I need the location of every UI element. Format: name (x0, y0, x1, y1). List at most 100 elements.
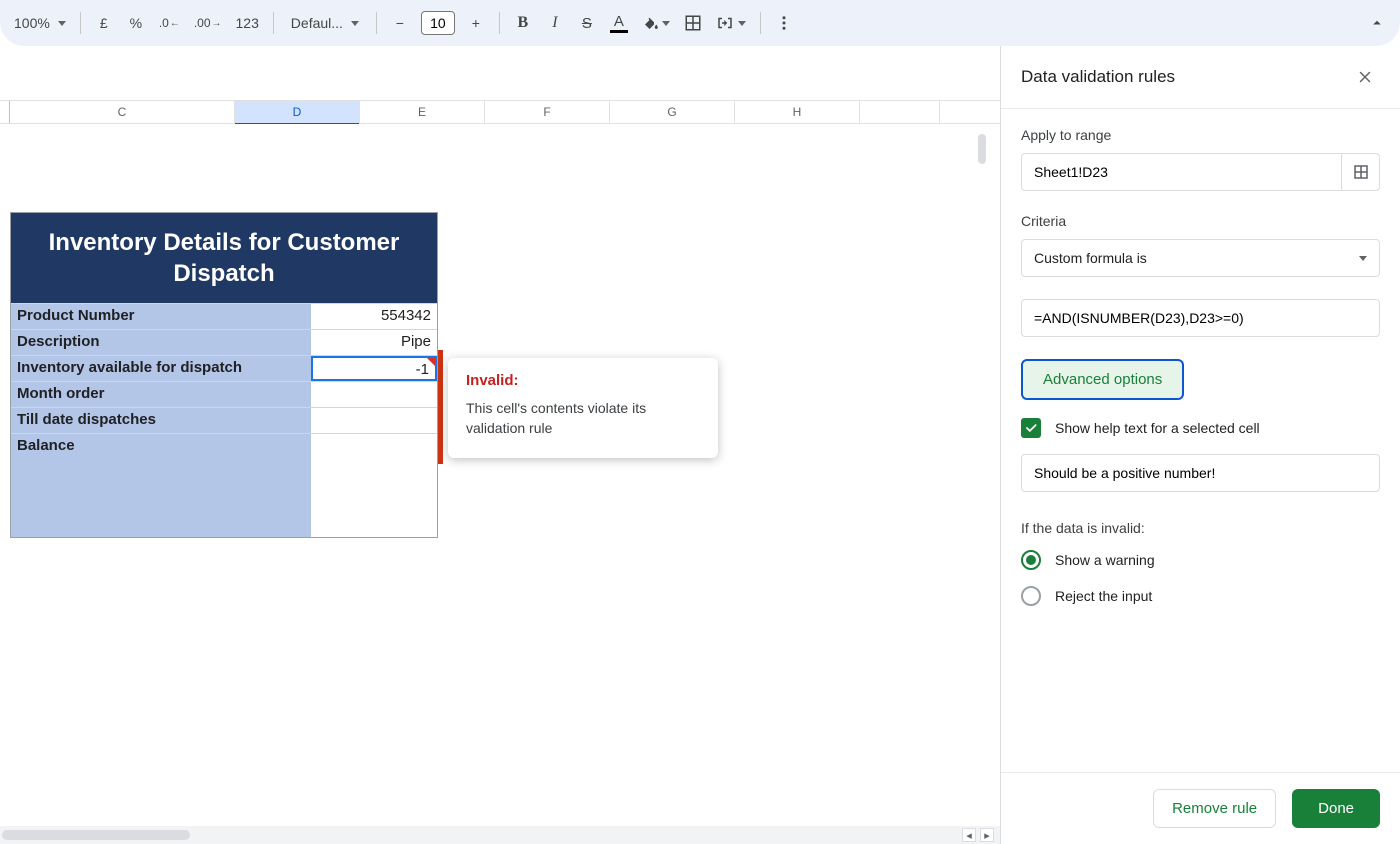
sheet-area[interactable]: C D E F G H Inventory Details for Custom… (0, 46, 1000, 844)
bold-button[interactable]: B (508, 8, 538, 38)
zoom-value: 100% (14, 15, 50, 31)
vertical-scroll-thumb[interactable] (978, 134, 986, 164)
cell-value[interactable] (311, 434, 437, 459)
column-header[interactable]: E (360, 101, 485, 123)
sheet-tab-nav: ◂ ▸ (962, 828, 1000, 842)
currency-button[interactable]: £ (89, 8, 119, 38)
radio-show-warning-row: Show a warning (1021, 550, 1380, 570)
criteria-dropdown[interactable]: Custom formula is (1021, 239, 1380, 277)
number-format-button[interactable]: 123 (230, 8, 265, 38)
table-row: Product Number 554342 (11, 303, 437, 329)
column-header-selected[interactable]: D (235, 101, 360, 123)
chevron-down-icon (351, 21, 359, 26)
increase-font-size-button[interactable]: + (461, 8, 491, 38)
borders-icon (684, 14, 702, 32)
remove-rule-button[interactable]: Remove rule (1153, 789, 1276, 828)
more-button[interactable] (769, 8, 799, 38)
help-text-checkbox-row: Show help text for a selected cell (1021, 418, 1380, 438)
table-row: Balance (11, 433, 437, 459)
decrease-font-size-button[interactable]: − (385, 8, 415, 38)
cell-label[interactable]: Inventory available for dispatch (11, 356, 311, 381)
radio-reject-input-label: Reject the input (1055, 588, 1152, 604)
column-header[interactable]: H (735, 101, 860, 123)
range-input-row (1021, 153, 1380, 191)
cell-label[interactable]: Till date dispatches (11, 408, 311, 433)
italic-button[interactable]: I (540, 8, 570, 38)
cell-label[interactable]: Description (11, 330, 311, 355)
increase-decimal-button[interactable]: .00→ (188, 8, 228, 38)
table-filler (11, 459, 437, 537)
paint-bucket-icon (642, 14, 660, 32)
toolbar: 100% £ % .0← .00→ 123 Defaul... − + B I … (0, 0, 1400, 46)
help-text-checkbox[interactable] (1021, 418, 1041, 438)
done-button[interactable]: Done (1292, 789, 1380, 828)
zoom-dropdown[interactable]: 100% (8, 8, 72, 38)
cell-label[interactable]: Product Number (11, 304, 311, 329)
table-row: Inventory available for dispatch -1 (11, 355, 437, 381)
text-color-button[interactable]: A (604, 8, 634, 38)
cell-value-selected-invalid[interactable]: -1 (311, 356, 437, 381)
separator (273, 12, 274, 34)
cell-value[interactable] (311, 382, 437, 407)
sheet-nav-prev[interactable]: ◂ (962, 828, 976, 842)
chevron-down-icon (1359, 256, 1367, 261)
inventory-table: Inventory Details for Customer Dispatch … (10, 212, 438, 538)
radio-reject-input[interactable] (1021, 586, 1041, 606)
column-header[interactable]: C (10, 101, 235, 123)
advanced-options-button[interactable]: Advanced options (1021, 359, 1184, 400)
apply-to-range-label: Apply to range (1021, 127, 1380, 143)
horizontal-scroll-thumb[interactable] (2, 830, 190, 840)
chevron-up-icon (1368, 14, 1386, 32)
range-input[interactable] (1022, 154, 1341, 190)
collapse-toolbar-button[interactable] (1362, 8, 1392, 38)
more-vertical-icon (775, 14, 793, 32)
invalid-marker-icon (427, 358, 435, 366)
horizontal-scrollbar[interactable]: ◂ ▸ (0, 826, 1000, 844)
close-panel-button[interactable] (1350, 62, 1380, 92)
merge-cells-button[interactable] (710, 8, 752, 38)
column-header[interactable]: G (610, 101, 735, 123)
font-size-input[interactable] (421, 11, 455, 35)
column-header[interactable]: F (485, 101, 610, 123)
table-row: Month order (11, 381, 437, 407)
check-icon (1024, 421, 1038, 435)
chevron-down-icon (58, 21, 66, 26)
decrease-decimal-button[interactable]: .0← (153, 8, 186, 38)
column-header[interactable] (860, 101, 940, 123)
table-row: Description Pipe (11, 329, 437, 355)
fill-color-button[interactable] (636, 8, 676, 38)
radio-show-warning[interactable] (1021, 550, 1041, 570)
chevron-down-icon (662, 21, 670, 26)
filler-value[interactable] (311, 459, 437, 537)
strikethrough-button[interactable]: S (572, 8, 602, 38)
cell-label[interactable]: Month order (11, 382, 311, 407)
criteria-value: Custom formula is (1034, 250, 1147, 266)
font-family-dropdown[interactable]: Defaul... (282, 8, 368, 38)
table-title: Inventory Details for Customer Dispatch (11, 213, 437, 303)
cell-value[interactable]: Pipe (311, 330, 437, 355)
panel-title: Data validation rules (1021, 67, 1175, 87)
close-icon (1356, 68, 1374, 86)
borders-button[interactable] (678, 8, 708, 38)
percent-button[interactable]: % (121, 8, 151, 38)
cell-value[interactable] (311, 408, 437, 433)
main-area: C D E F G H Inventory Details for Custom… (0, 46, 1400, 844)
font-size-group: − + (385, 8, 491, 38)
formula-input[interactable] (1021, 299, 1380, 337)
cell-label[interactable]: Balance (11, 434, 311, 459)
panel-footer: Remove rule Done (1001, 772, 1400, 844)
tooltip-title: Invalid: (466, 372, 700, 389)
radio-show-warning-label: Show a warning (1055, 552, 1155, 568)
separator (80, 12, 81, 34)
sheet-nav-next[interactable]: ▸ (980, 828, 994, 842)
row-header-lead[interactable] (0, 101, 10, 123)
font-family-value: Defaul... (291, 15, 343, 31)
help-text-input[interactable] (1021, 454, 1380, 492)
if-invalid-label: If the data is invalid: (1021, 520, 1380, 536)
cell-value[interactable]: 554342 (311, 304, 437, 329)
tooltip-body: This cell's contents violate its validat… (466, 399, 700, 438)
validation-tooltip: Invalid: This cell's contents violate it… (448, 358, 718, 458)
data-validation-panel: Data validation rules Apply to range Cri… (1000, 46, 1400, 844)
select-range-button[interactable] (1341, 154, 1379, 190)
filler-label[interactable] (11, 459, 311, 537)
